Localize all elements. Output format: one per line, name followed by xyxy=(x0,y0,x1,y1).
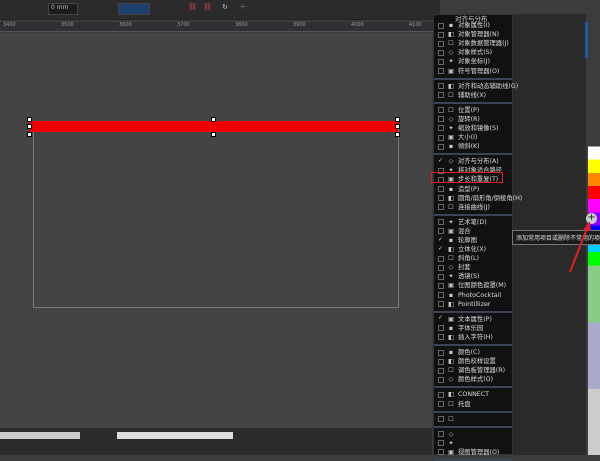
red-arrow-icon xyxy=(569,221,591,273)
